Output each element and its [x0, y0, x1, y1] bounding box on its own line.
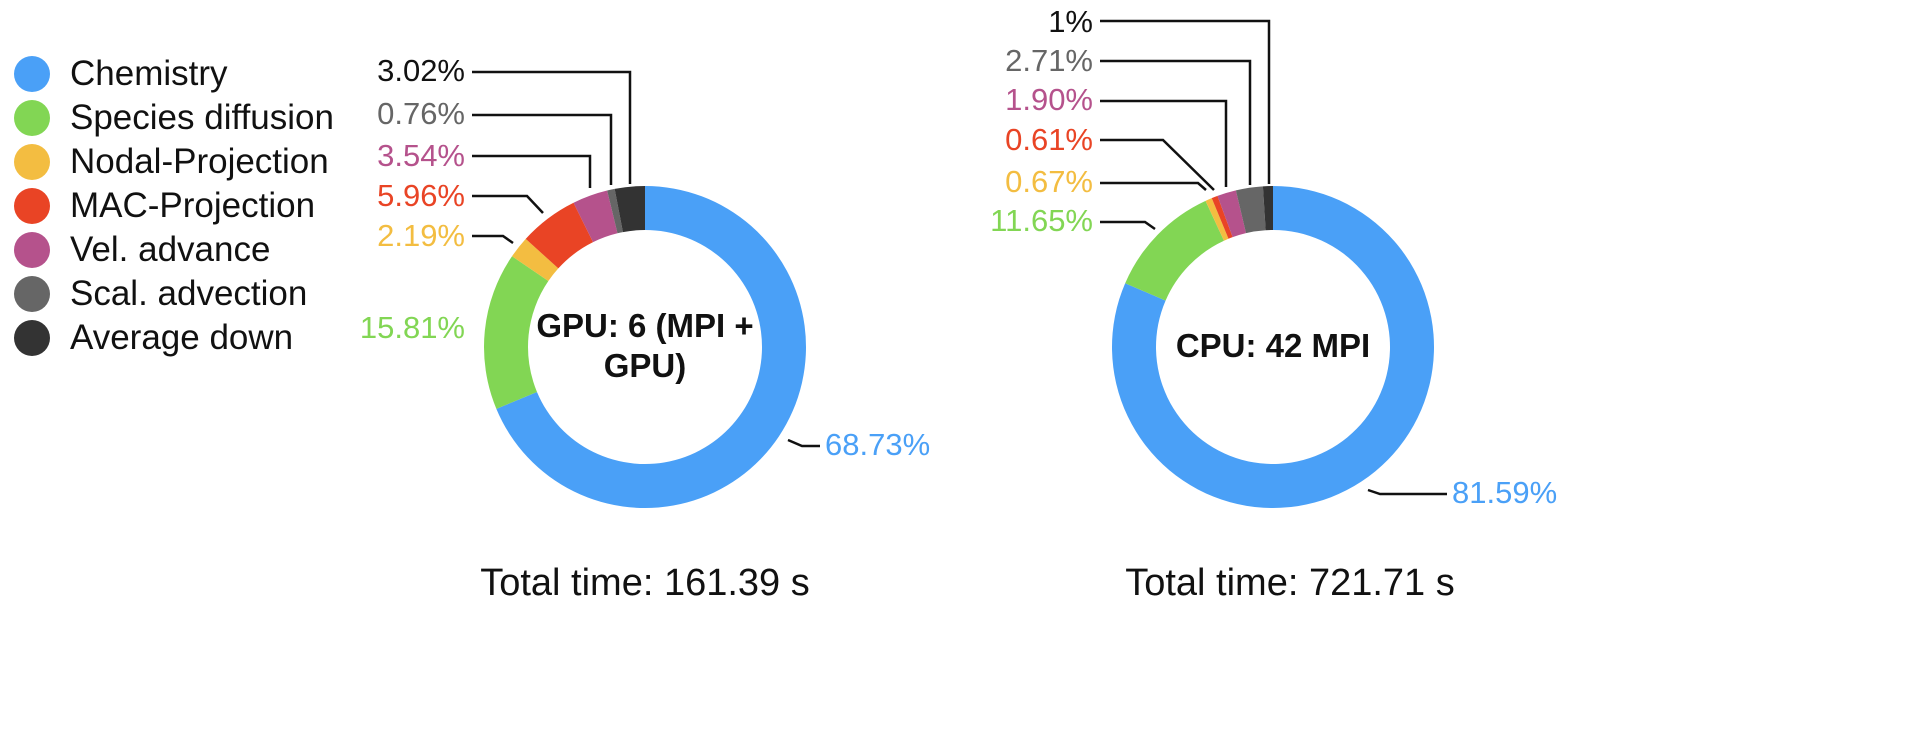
- charts: 68.73% 15.81% 2.19% 5.96% 3.54% 0.76% 3.02% GPU…: [360, 4, 1557, 604]
- total-time-label: Total time: 161.39 s: [480, 562, 810, 604]
- percentage-label: 15.81%: [360, 310, 465, 345]
- leader-line: [472, 234, 514, 245]
- leader-line: [1100, 181, 1207, 191]
- percentage-label: 5.96%: [377, 178, 465, 213]
- percentage-label: 0.61%: [1005, 122, 1093, 157]
- leader-line: [787, 438, 820, 448]
- percentage-label: 81.59%: [1452, 475, 1557, 510]
- leader-line: [1100, 220, 1156, 231]
- leader-line: [1367, 488, 1447, 496]
- leader-line: [472, 194, 544, 214]
- leader-line: [472, 70, 632, 184]
- percentage-label: 0.67%: [1005, 164, 1093, 199]
- percentage-label: 68.73%: [825, 427, 930, 462]
- donut-slice: [1125, 200, 1224, 301]
- percentage-label: 1.90%: [1005, 82, 1093, 117]
- donut-chart: 81.59% 11.65% 0.67% 0.61% 1.90% 2.71% 1% CPU: 4…: [990, 4, 1557, 604]
- center-label: GPU: 6 (MPI + GPU): [536, 307, 753, 384]
- center-label: CPU: 42 MPI: [1176, 327, 1370, 364]
- percentage-label: 11.65%: [990, 203, 1093, 238]
- leader-line: [472, 154, 592, 188]
- percentage-label: 3.54%: [377, 138, 465, 173]
- percentage-label: 2.71%: [1005, 43, 1093, 78]
- percentage-label: 0.76%: [377, 96, 465, 131]
- leader-line: [1100, 99, 1228, 187]
- leader-line: [1100, 59, 1252, 185]
- percentage-label: 1%: [1048, 4, 1093, 39]
- percentage-label: 2.19%: [377, 218, 465, 253]
- donut-chart: 68.73% 15.81% 2.19% 5.96% 3.54% 0.76% 3.02% GPU…: [360, 53, 930, 604]
- total-time-label: Total time: 721.71 s: [1125, 562, 1455, 604]
- percentage-label: 3.02%: [377, 53, 465, 88]
